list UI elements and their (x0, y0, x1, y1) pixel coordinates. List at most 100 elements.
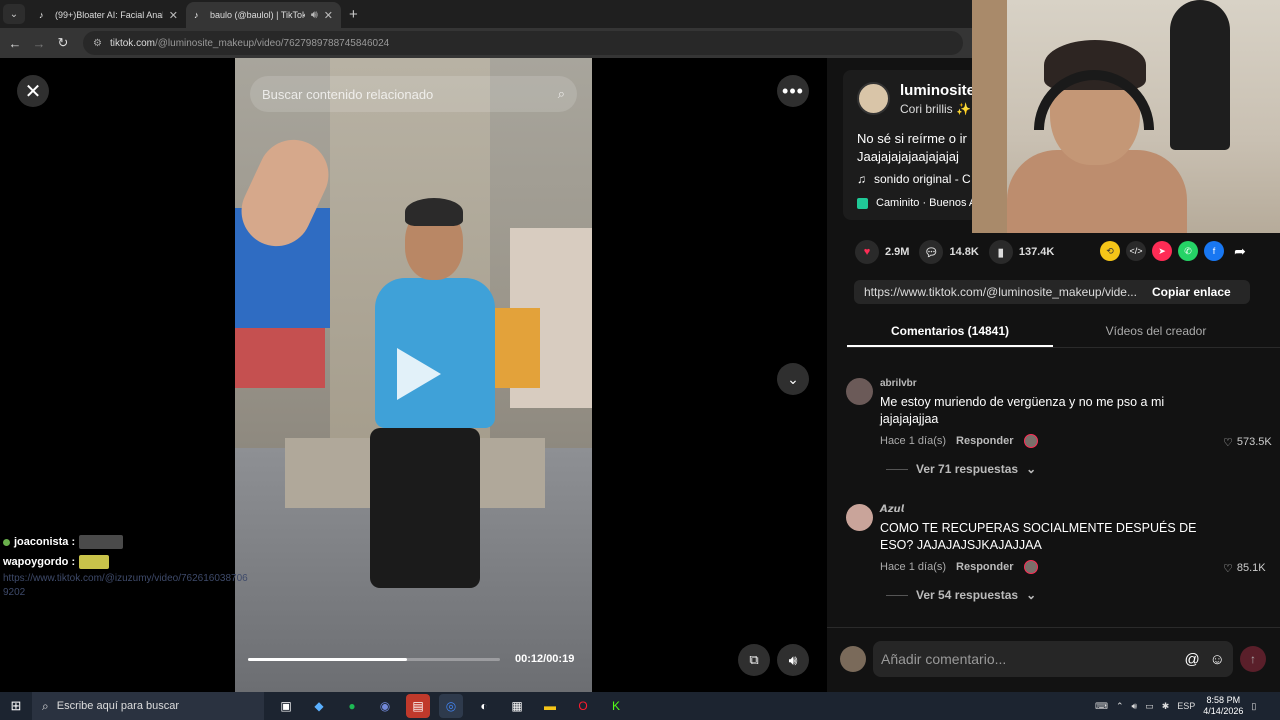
comment-button[interactable]: 💬︎ 14.8K (919, 240, 979, 264)
chat-badge-icon (3, 538, 10, 546)
tiktok-favicon-icon: ♪ (39, 10, 44, 20)
notifications-icon[interactable]: ▯ (1251, 701, 1256, 712)
taskbar-clock[interactable]: 8:58 PM 4/14/2026 (1203, 695, 1243, 717)
mention-icon[interactable]: @ (1184, 651, 1199, 668)
comment-text: COMO TE RECUPERAS SOCIALMENTE DESPUÉS DE… (880, 521, 1197, 552)
commenter-username[interactable]: abrilvbr (880, 378, 917, 389)
comment-meta: Hace 1 día(s) Responder (880, 434, 1038, 448)
chat-username: wapoygordo : (3, 556, 76, 568)
search-icon[interactable]: ⌕ (558, 86, 565, 102)
close-tab-icon[interactable]: ✕ (324, 9, 333, 22)
author-avatar[interactable] (857, 82, 890, 115)
video-player[interactable]: Buscar contenido relacionado ⌕ 00:12/00:… (235, 58, 592, 692)
tab-title: (99+)Bloater AI: Facial Analysis (55, 10, 163, 20)
file-explorer-icon[interactable]: ▬ (538, 694, 562, 718)
commenter-username[interactable]: 𝘼𝙯𝙪𝙡 (880, 504, 904, 515)
panel-tabs: Comentarios (14841) Vídeos del creador (847, 318, 1280, 348)
engagement-stats: ♥ 2.9M 💬︎ 14.8K ▮ 137.4K (855, 240, 1054, 264)
windows-start-icon[interactable]: ⊞ (0, 698, 32, 714)
audio-icon[interactable]: 🔊︎ (311, 9, 318, 22)
author-nickname: Cori brillis ✨ (900, 102, 971, 116)
commenter-avatar[interactable] (846, 378, 873, 405)
share-link-url[interactable]: https://www.tiktok.com/@luminosite_makeu… (854, 285, 1146, 299)
view-replies-button[interactable]: Ver 71 respuestas ⌄ (886, 462, 1036, 476)
site-info-icon[interactable]: ⚙ (93, 38, 102, 49)
volume-button[interactable]: 🔊︎ (777, 644, 809, 676)
sound-link[interactable]: ♫ sonido original - C (857, 172, 971, 186)
emoji-icon[interactable]: ☺ (1210, 651, 1225, 668)
comment-time: Hace 1 día(s) (880, 561, 947, 573)
more-options-button[interactable]: ••• (777, 75, 809, 107)
chat-message: wapoygordo : (3, 552, 233, 572)
webcam-overlay (972, 0, 1280, 233)
taskbar-search-input[interactable]: ⌕ Escribe aquí para buscar (32, 692, 264, 720)
url-input[interactable]: ⚙ tiktok.com/@luminosite_makeup/video/76… (83, 31, 963, 55)
play-icon[interactable] (397, 348, 441, 400)
comment-icon: 💬︎ (919, 240, 944, 264)
language-indicator[interactable]: ESP (1177, 701, 1195, 711)
browser-tab-1[interactable]: ♪ (99+)Bloater AI: Facial Analysis ✕ (31, 2, 186, 28)
comment-like-button[interactable]: ♡ 85.1K (1223, 562, 1266, 575)
task-view-icon[interactable]: ▣ (274, 694, 298, 718)
video-progress-bar[interactable] (248, 658, 500, 661)
new-tab-icon[interactable]: + (349, 6, 358, 23)
chevron-up-icon[interactable]: ⌃ (1116, 701, 1124, 712)
related-search-input[interactable]: Buscar contenido relacionado ⌕ (250, 76, 577, 112)
facebook-icon[interactable]: f (1204, 241, 1224, 261)
like-button[interactable]: ♥ 2.9M (855, 240, 909, 264)
comment-likes-count: 85.1K (1236, 562, 1266, 574)
back-icon[interactable]: ← (3, 36, 27, 51)
view-replies-label: Ver 54 respuestas (916, 588, 1019, 602)
close-video-button[interactable]: ✕ (17, 75, 49, 107)
arrow-up-icon: ↑ (1250, 652, 1256, 666)
next-video-button[interactable]: ⌄ (777, 363, 809, 395)
copilot-icon[interactable]: ◆ (307, 694, 331, 718)
share-arrow-icon[interactable]: ➦ (1230, 241, 1250, 261)
opera-icon[interactable]: O (571, 694, 595, 718)
tab-creator-videos[interactable]: Vídeos del creador (1053, 318, 1259, 347)
reply-button[interactable]: Responder (956, 561, 1013, 573)
video-progress-fill (248, 658, 407, 661)
windows-taskbar: ⊞ ⌕ Escribe aquí para buscar ▣ ◆ ● ◉ ▤ ◎… (0, 692, 1280, 720)
location-link[interactable]: Caminito · Buenos A (857, 197, 976, 209)
network-icon[interactable]: ▭ (1145, 701, 1154, 712)
pip-button[interactable]: ⧉ (738, 644, 770, 676)
tab-search-icon[interactable]: ⌄ (3, 4, 25, 24)
save-button[interactable]: ▮ 137.4K (988, 240, 1054, 264)
reply-button[interactable]: Responder (956, 435, 1013, 447)
url-path: /@luminosite_makeup/video/76279897887458… (154, 37, 390, 49)
taskbar-search-placeholder: Escribe aquí para buscar (56, 700, 180, 712)
share-buttons: ⟲ </> ➤ ✆ f ➦ (1100, 241, 1250, 261)
bluetooth-icon[interactable]: ✱ (1162, 701, 1170, 712)
comment-like-button[interactable]: ♡ 573.5K (1223, 436, 1272, 449)
embed-icon[interactable]: </> (1126, 241, 1146, 261)
send-friend-icon[interactable]: ➤ (1152, 241, 1172, 261)
comment-input[interactable]: Añadir comentario... @ ☺ (873, 641, 1233, 677)
reload-icon[interactable]: ↻ (51, 35, 75, 51)
repost-icon[interactable]: ⟲ (1100, 241, 1120, 261)
comments-count: 14.8K (949, 246, 979, 258)
copy-link-button[interactable]: Copiar enlace (1146, 285, 1231, 299)
keyboard-icon[interactable]: ⌨ (1095, 701, 1108, 712)
commenter-avatar[interactable] (846, 504, 873, 531)
obs-icon[interactable]: ◐ (472, 694, 496, 718)
clock-time: 8:58 PM (1206, 695, 1241, 705)
view-replies-button[interactable]: Ver 54 respuestas ⌄ (886, 588, 1036, 602)
browser-tab-2[interactable]: ♪ baulo (@baulol) | TikTok 🔊︎ ✕ (186, 2, 341, 28)
send-comment-button[interactable]: ↑ (1240, 646, 1266, 672)
kick-icon[interactable]: K (604, 694, 628, 718)
video-scene-orange-wall (490, 308, 540, 388)
voicemeeter-icon[interactable]: ▤ (406, 694, 430, 718)
forward-icon[interactable]: → (27, 36, 51, 51)
capcut-icon[interactable]: ▦ (505, 694, 529, 718)
author-name[interactable]: luminosite (900, 82, 975, 99)
spotify-icon[interactable]: ● (340, 694, 364, 718)
speaker-icon[interactable]: 🔊︎ (1132, 701, 1138, 712)
more-icon: ••• (782, 80, 804, 101)
tab-comments[interactable]: Comentarios (14841) (847, 318, 1053, 347)
url-host: tiktok.com (109, 37, 155, 49)
chrome-icon[interactable]: ◎ (439, 694, 463, 718)
discord-icon[interactable]: ◉ (373, 694, 397, 718)
close-tab-icon[interactable]: ✕ (169, 9, 178, 22)
whatsapp-icon[interactable]: ✆ (1178, 241, 1198, 261)
